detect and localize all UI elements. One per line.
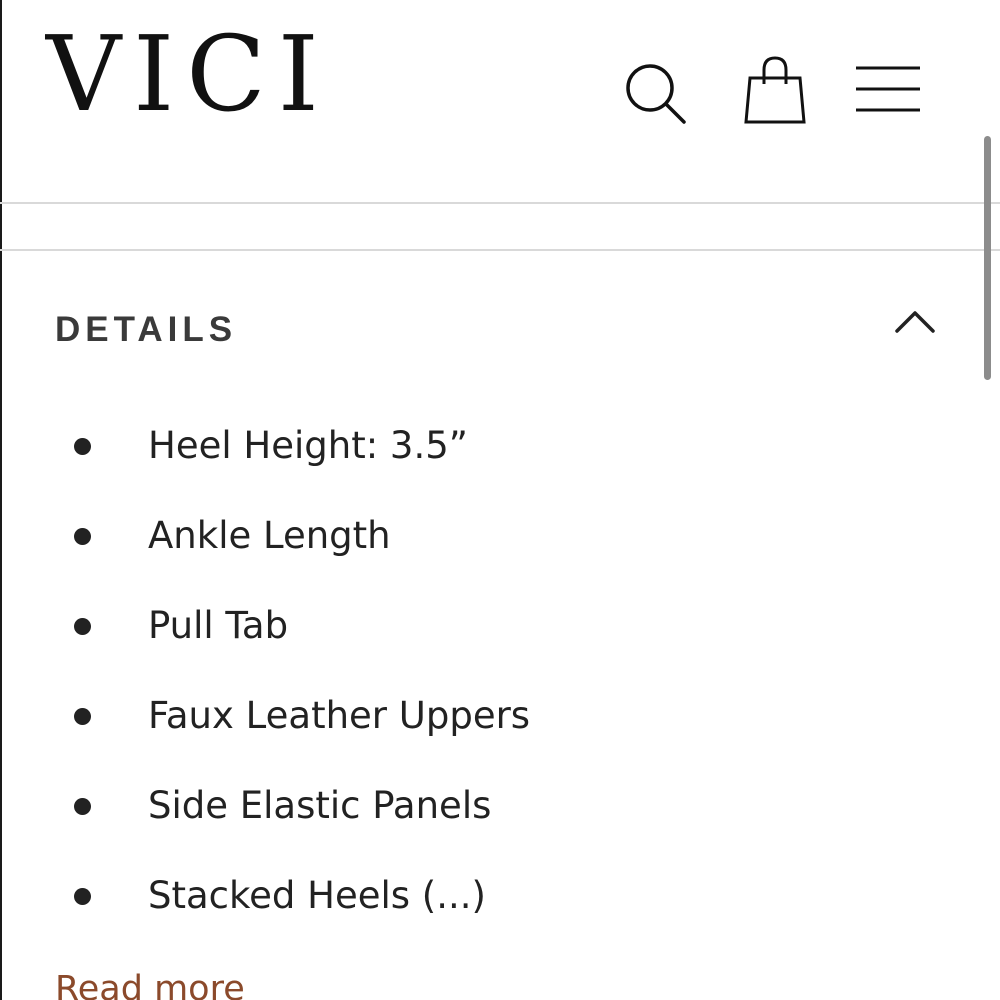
bullet-icon bbox=[74, 798, 91, 815]
bullet-icon bbox=[74, 528, 91, 545]
read-more-link[interactable]: Read more bbox=[55, 968, 245, 1000]
details-list: Heel Height: 3.5” Ankle Length Pull Tab … bbox=[0, 404, 900, 944]
bullet-icon bbox=[74, 618, 91, 635]
search-icon[interactable] bbox=[622, 60, 690, 128]
list-item: Pull Tab bbox=[0, 584, 900, 674]
list-item: Stacked Heels (...) bbox=[0, 854, 900, 944]
chevron-up-icon[interactable] bbox=[894, 306, 936, 336]
hamburger-menu-icon[interactable] bbox=[852, 62, 924, 118]
list-item: Heel Height: 3.5” bbox=[0, 404, 900, 494]
detail-text: Heel Height: 3.5” bbox=[148, 424, 468, 467]
bullet-icon bbox=[74, 438, 91, 455]
header-divider bbox=[0, 202, 1000, 204]
section-divider bbox=[0, 249, 1000, 251]
list-item: Ankle Length bbox=[0, 494, 900, 584]
detail-text: Pull Tab bbox=[148, 604, 289, 647]
bullet-icon bbox=[74, 708, 91, 725]
detail-text: Faux Leather Uppers bbox=[148, 694, 531, 737]
detail-text: Stacked Heels (...) bbox=[148, 874, 486, 917]
brand-logo[interactable]: VICI bbox=[46, 22, 331, 126]
list-item: Faux Leather Uppers bbox=[0, 674, 900, 764]
shopping-bag-icon[interactable] bbox=[742, 54, 808, 126]
details-heading[interactable]: DETAILS bbox=[55, 312, 237, 347]
list-item: Side Elastic Panels bbox=[0, 764, 900, 854]
detail-text: Ankle Length bbox=[148, 514, 391, 557]
scrollbar-thumb[interactable] bbox=[984, 136, 991, 380]
bullet-icon bbox=[74, 888, 91, 905]
detail-text: Side Elastic Panels bbox=[148, 784, 492, 827]
